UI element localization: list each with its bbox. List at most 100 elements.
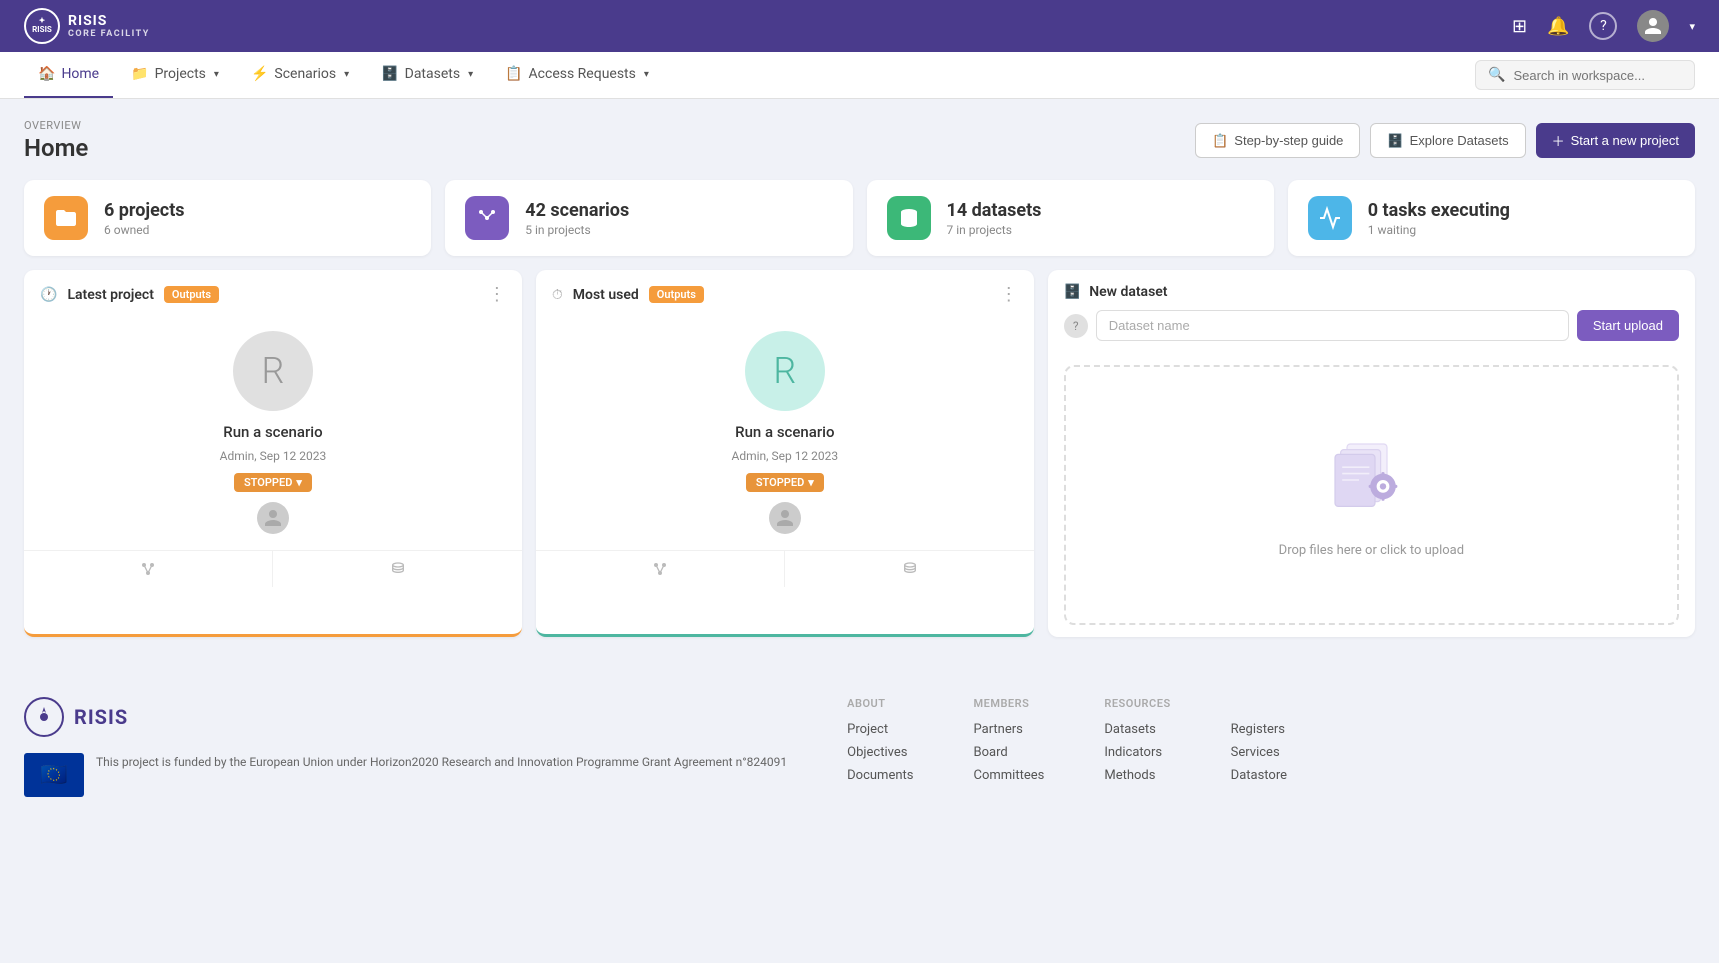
search-bar[interactable]: 🔍 [1475, 60, 1695, 90]
dataset-icon: 🗄️ [1064, 284, 1081, 300]
most-used-avatar-letter: R [773, 350, 796, 392]
footer-funding: 🇪🇺 This project is funded by the Europea… [24, 753, 787, 797]
footer-about-project[interactable]: Project [847, 722, 913, 737]
user-avatar[interactable] [1637, 10, 1669, 42]
footer-about-documents[interactable]: Documents [847, 768, 913, 783]
new-dataset-header: 🗄️ New dataset [1048, 270, 1695, 310]
footer-logo-text: RISIS [74, 705, 128, 729]
projects-stat-text: 6 projects 6 owned [104, 200, 185, 237]
most-used-menu-icon[interactable]: ⋮ [1000, 284, 1018, 305]
most-used-icon: ⏱ [552, 287, 563, 303]
latest-project-menu-icon[interactable]: ⋮ [488, 284, 506, 305]
dataset-help-button[interactable]: ? [1064, 314, 1088, 338]
new-dataset-card: 🗄️ New dataset ? Start upload [1048, 270, 1695, 637]
nav-item-datasets[interactable]: 🗄️ Datasets ▾ [367, 52, 487, 98]
help-icon[interactable]: ? [1589, 12, 1617, 40]
bell-icon[interactable]: 🔔 [1547, 16, 1569, 37]
footer-members-board[interactable]: Board [974, 745, 1045, 760]
footer-members-heading: MEMBERS [974, 697, 1045, 710]
latest-project-datasets-btn[interactable] [273, 551, 521, 587]
footer-members-committees[interactable]: Committees [974, 768, 1045, 783]
logo: ✦RISIS RISIS CORE FACILITY [24, 8, 150, 44]
most-used-header: ⏱ Most used Outputs ⋮ [536, 270, 1034, 315]
footer-resources-registers[interactable]: Registers [1231, 722, 1297, 737]
nav-item-scenarios[interactable]: ⚡ Scenarios ▾ [237, 52, 363, 98]
datasets-dropdown-arrow: ▾ [468, 69, 473, 80]
footer-resources-services[interactable]: Services [1231, 745, 1297, 760]
nav: 🏠 Home 📁 Projects ▾ ⚡ Scenarios ▾ 🗄️ Dat… [0, 52, 1719, 99]
upload-area[interactable]: Drop files here or click to upload [1064, 365, 1679, 625]
new-dataset-title: 🗄️ New dataset [1064, 284, 1168, 300]
step-by-step-button[interactable]: 📋 Step-by-step guide [1195, 123, 1360, 158]
main-content: OVERVIEW Home 📋 Step-by-step guide 🗄️ Ex… [0, 99, 1719, 657]
start-new-project-button[interactable]: ＋ Start a new project [1536, 123, 1695, 158]
eu-flag-icon: 🇪🇺 [24, 753, 84, 797]
step-by-step-icon: 📋 [1212, 133, 1228, 149]
page-title: Home [24, 134, 88, 162]
search-input[interactable] [1513, 68, 1682, 83]
page-header-row: OVERVIEW Home 📋 Step-by-step guide 🗄️ Ex… [24, 119, 1695, 162]
apps-icon[interactable]: ⊞ [1512, 16, 1527, 37]
latest-project-status[interactable]: STOPPED ▾ [234, 473, 312, 492]
latest-project-card: 🕐 Latest project Outputs ⋮ R Run a scena… [24, 270, 522, 637]
stats-row: 6 projects 6 owned 42 scenarios 5 in pro… [24, 180, 1695, 256]
latest-project-body: R Run a scenario Admin, Sep 12 2023 STOP… [24, 315, 522, 550]
start-upload-button[interactable]: Start upload [1577, 310, 1679, 341]
footer-resources-indicators[interactable]: Indicators [1104, 745, 1170, 760]
footer-funding-text: This project is funded by the European U… [96, 753, 787, 771]
home-icon: 🏠 [38, 66, 55, 82]
page-header-left: OVERVIEW Home [24, 119, 88, 162]
most-used-footer [536, 550, 1034, 587]
footer-resources-methods[interactable]: Methods [1104, 768, 1170, 783]
footer: RISIS 🇪🇺 This project is funded by the E… [0, 657, 1719, 821]
tasks-stat-icon [1308, 196, 1352, 240]
clock-icon: 🕐 [40, 287, 57, 303]
nav-items: 🏠 Home 📁 Projects ▾ ⚡ Scenarios ▾ 🗄️ Dat… [24, 52, 663, 98]
dataset-name-input[interactable] [1096, 310, 1569, 341]
nav-item-access-requests[interactable]: 📋 Access Requests ▾ [491, 52, 663, 98]
nav-item-home[interactable]: 🏠 Home [24, 52, 113, 98]
footer-col-members: MEMBERS Partners Board Committees [974, 697, 1045, 791]
most-used-meta: Admin, Sep 12 2023 [731, 449, 838, 463]
most-used-user-avatar [769, 502, 801, 534]
datasets-count: 14 datasets [947, 200, 1042, 221]
user-dropdown-arrow[interactable]: ▾ [1689, 20, 1695, 33]
scenarios-in-projects: 5 in projects [525, 223, 629, 237]
footer-about-heading: ABOUT [847, 697, 913, 710]
projects-stat-icon [44, 196, 88, 240]
stat-datasets: 14 datasets 7 in projects [867, 180, 1274, 256]
most-used-datasets-btn[interactable] [785, 551, 1033, 587]
footer-brand: RISIS 🇪🇺 This project is funded by the E… [24, 697, 787, 797]
explore-datasets-button[interactable]: 🗄️ Explore Datasets [1370, 123, 1525, 158]
footer-col-resources2: RESOURCES Registers Services Datastore [1231, 697, 1297, 791]
stat-projects: 6 projects 6 owned [24, 180, 431, 256]
footer-inner: RISIS 🇪🇺 This project is funded by the E… [24, 697, 1695, 797]
latest-project-avatar-letter: R [262, 350, 285, 392]
footer-resources-heading: RESOURCES [1104, 697, 1170, 710]
footer-about-objectives[interactable]: Objectives [847, 745, 913, 760]
stat-tasks: 0 tasks executing 1 waiting [1288, 180, 1695, 256]
most-used-outputs-badge[interactable]: Outputs [649, 286, 704, 303]
nav-item-projects[interactable]: 📁 Projects ▾ [117, 52, 233, 98]
most-used-status[interactable]: STOPPED ▾ [746, 473, 824, 492]
logo-inner: ✦RISIS [32, 17, 52, 35]
footer-col-resources: RESOURCES Datasets Indicators Methods [1104, 697, 1170, 791]
access-requests-icon: 📋 [505, 66, 522, 82]
overview-label: OVERVIEW [24, 119, 88, 132]
footer-resources-datasets[interactable]: Datasets [1104, 722, 1170, 737]
latest-project-avatar: R [233, 331, 313, 411]
latest-project-scenarios-btn[interactable] [24, 551, 272, 587]
latest-project-outputs-badge[interactable]: Outputs [164, 286, 219, 303]
projects-owned: 6 owned [104, 223, 185, 237]
tasks-stat-text: 0 tasks executing 1 waiting [1368, 200, 1510, 237]
scenarios-stat-text: 42 scenarios 5 in projects [525, 200, 629, 237]
datasets-stat-icon [887, 196, 931, 240]
content-row: 🕐 Latest project Outputs ⋮ R Run a scena… [24, 270, 1695, 637]
page-header-right: 📋 Step-by-step guide 🗄️ Explore Datasets… [1195, 119, 1695, 158]
footer-members-partners[interactable]: Partners [974, 722, 1045, 737]
most-used-scenarios-btn[interactable] [536, 551, 784, 587]
latest-project-user-avatar [257, 502, 289, 534]
footer-resources-datastore[interactable]: Datastore [1231, 768, 1297, 783]
latest-project-name: Run a scenario [223, 423, 322, 441]
latest-project-header: 🕐 Latest project Outputs ⋮ [24, 270, 522, 315]
